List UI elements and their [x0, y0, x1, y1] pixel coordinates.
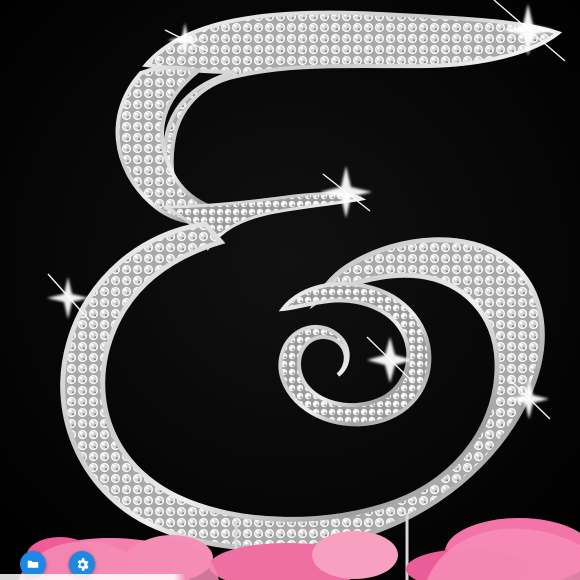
gear-icon	[77, 557, 88, 571]
image-viewer	[0, 0, 580, 580]
open-folder-button[interactable]	[20, 551, 46, 577]
cake-topper-photo	[0, 0, 580, 580]
folder-icon	[27, 560, 39, 568]
settings-button[interactable]	[69, 551, 95, 577]
